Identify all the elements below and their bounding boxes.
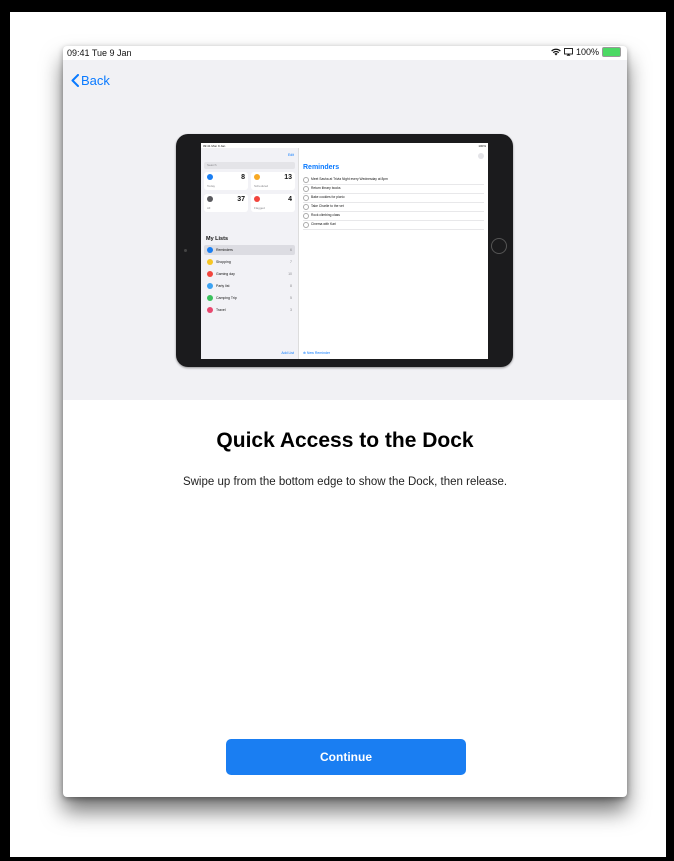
preview-sidebar: Edit Search 8 Today 13 Scheduled 37 All … <box>201 148 299 359</box>
hero-illustration-area: Back 09:41 Mon 9 Jan 100% Edit Search 8 … <box>63 60 627 400</box>
checkbox-icon <box>303 213 309 219</box>
reminder-row: Cinema with Kari <box>303 221 484 230</box>
more-icon <box>478 153 484 159</box>
camera-dot <box>184 249 187 252</box>
list-icon <box>207 283 213 289</box>
page-title: Quick Access to the Dock <box>216 429 474 452</box>
clock-icon <box>254 174 260 180</box>
tray-icon <box>207 196 213 202</box>
reminder-row: Meet Sasha at Trivia Night every Wednesd… <box>303 176 484 185</box>
chevron-left-icon <box>71 74 79 87</box>
list-icon <box>207 307 213 313</box>
status-bar: 09:41 Tue 9 Jan 100% <box>63 46 627 60</box>
status-right: 100% <box>551 47 621 57</box>
list-icon <box>207 247 213 253</box>
home-button <box>491 238 507 254</box>
checkbox-icon <box>303 204 309 210</box>
window-frame: 09:41 Tue 9 Jan 100% Back 09:41 Mon 9 Ja… <box>10 12 666 857</box>
smart-list-flagged: 4 Flagged <box>251 194 295 212</box>
preview-main-pane: Reminders Meet Sasha at Trivia Night eve… <box>299 148 488 359</box>
plus-circle-icon: ⊕ <box>303 351 306 355</box>
reminder-row: Rock climbing class <box>303 212 484 221</box>
preview-add-list: Add List <box>281 351 294 355</box>
preview-list-title: Reminders <box>303 164 340 171</box>
list-item: Camping Trip 5 <box>204 293 295 303</box>
checkbox-icon <box>303 195 309 201</box>
list-icon <box>207 295 213 301</box>
battery-percent: 100% <box>575 47 599 57</box>
list-item: Travel 3 <box>204 305 295 315</box>
list-item: Reminders 6 <box>204 245 295 255</box>
checkbox-icon <box>303 186 309 192</box>
back-button[interactable]: Back <box>71 73 110 88</box>
reminder-row: Bake cookies for picnic <box>303 194 484 203</box>
reminder-row: Return library books <box>303 185 484 194</box>
preview-edit-label: Edit <box>287 153 294 157</box>
battery-icon <box>602 47 621 57</box>
my-lists-heading: My Lists <box>206 236 229 242</box>
smart-list-all: 37 All <box>204 194 248 212</box>
status-time: 09:41 Tue 9 Jan <box>67 48 132 58</box>
ipad-screen: 09:41 Tue 9 Jan 100% Back 09:41 Mon 9 Ja… <box>63 46 627 797</box>
calendar-icon <box>207 174 213 180</box>
smart-list-today: 8 Today <box>204 172 248 190</box>
smart-list-scheduled: 13 Scheduled <box>251 172 295 190</box>
list-item: Party list 8 <box>204 281 295 291</box>
wifi-icon <box>551 48 561 56</box>
reminders-app-preview: 09:41 Mon 9 Jan 100% Edit Search 8 Today <box>201 143 488 359</box>
reminder-row: Take Charlie to the vet <box>303 203 484 212</box>
list-item: Shopping 7 <box>204 257 295 267</box>
continue-button[interactable]: Continue <box>226 739 466 775</box>
flag-icon <box>254 196 260 202</box>
page-subtitle: Swipe up from the bottom edge to show th… <box>182 476 508 488</box>
screen-mirroring-icon <box>564 48 573 56</box>
preview-search-field: Search <box>204 162 295 169</box>
checkbox-icon <box>303 177 309 183</box>
list-icon <box>207 271 213 277</box>
preview-new-reminder: ⊕ New Reminder <box>303 351 331 355</box>
list-icon <box>207 259 213 265</box>
back-label: Back <box>81 73 110 88</box>
list-item: Gaming day 10 <box>204 269 295 279</box>
ipad-illustration: 09:41 Mon 9 Jan 100% Edit Search 8 Today <box>176 134 513 367</box>
checkbox-icon <box>303 222 309 228</box>
